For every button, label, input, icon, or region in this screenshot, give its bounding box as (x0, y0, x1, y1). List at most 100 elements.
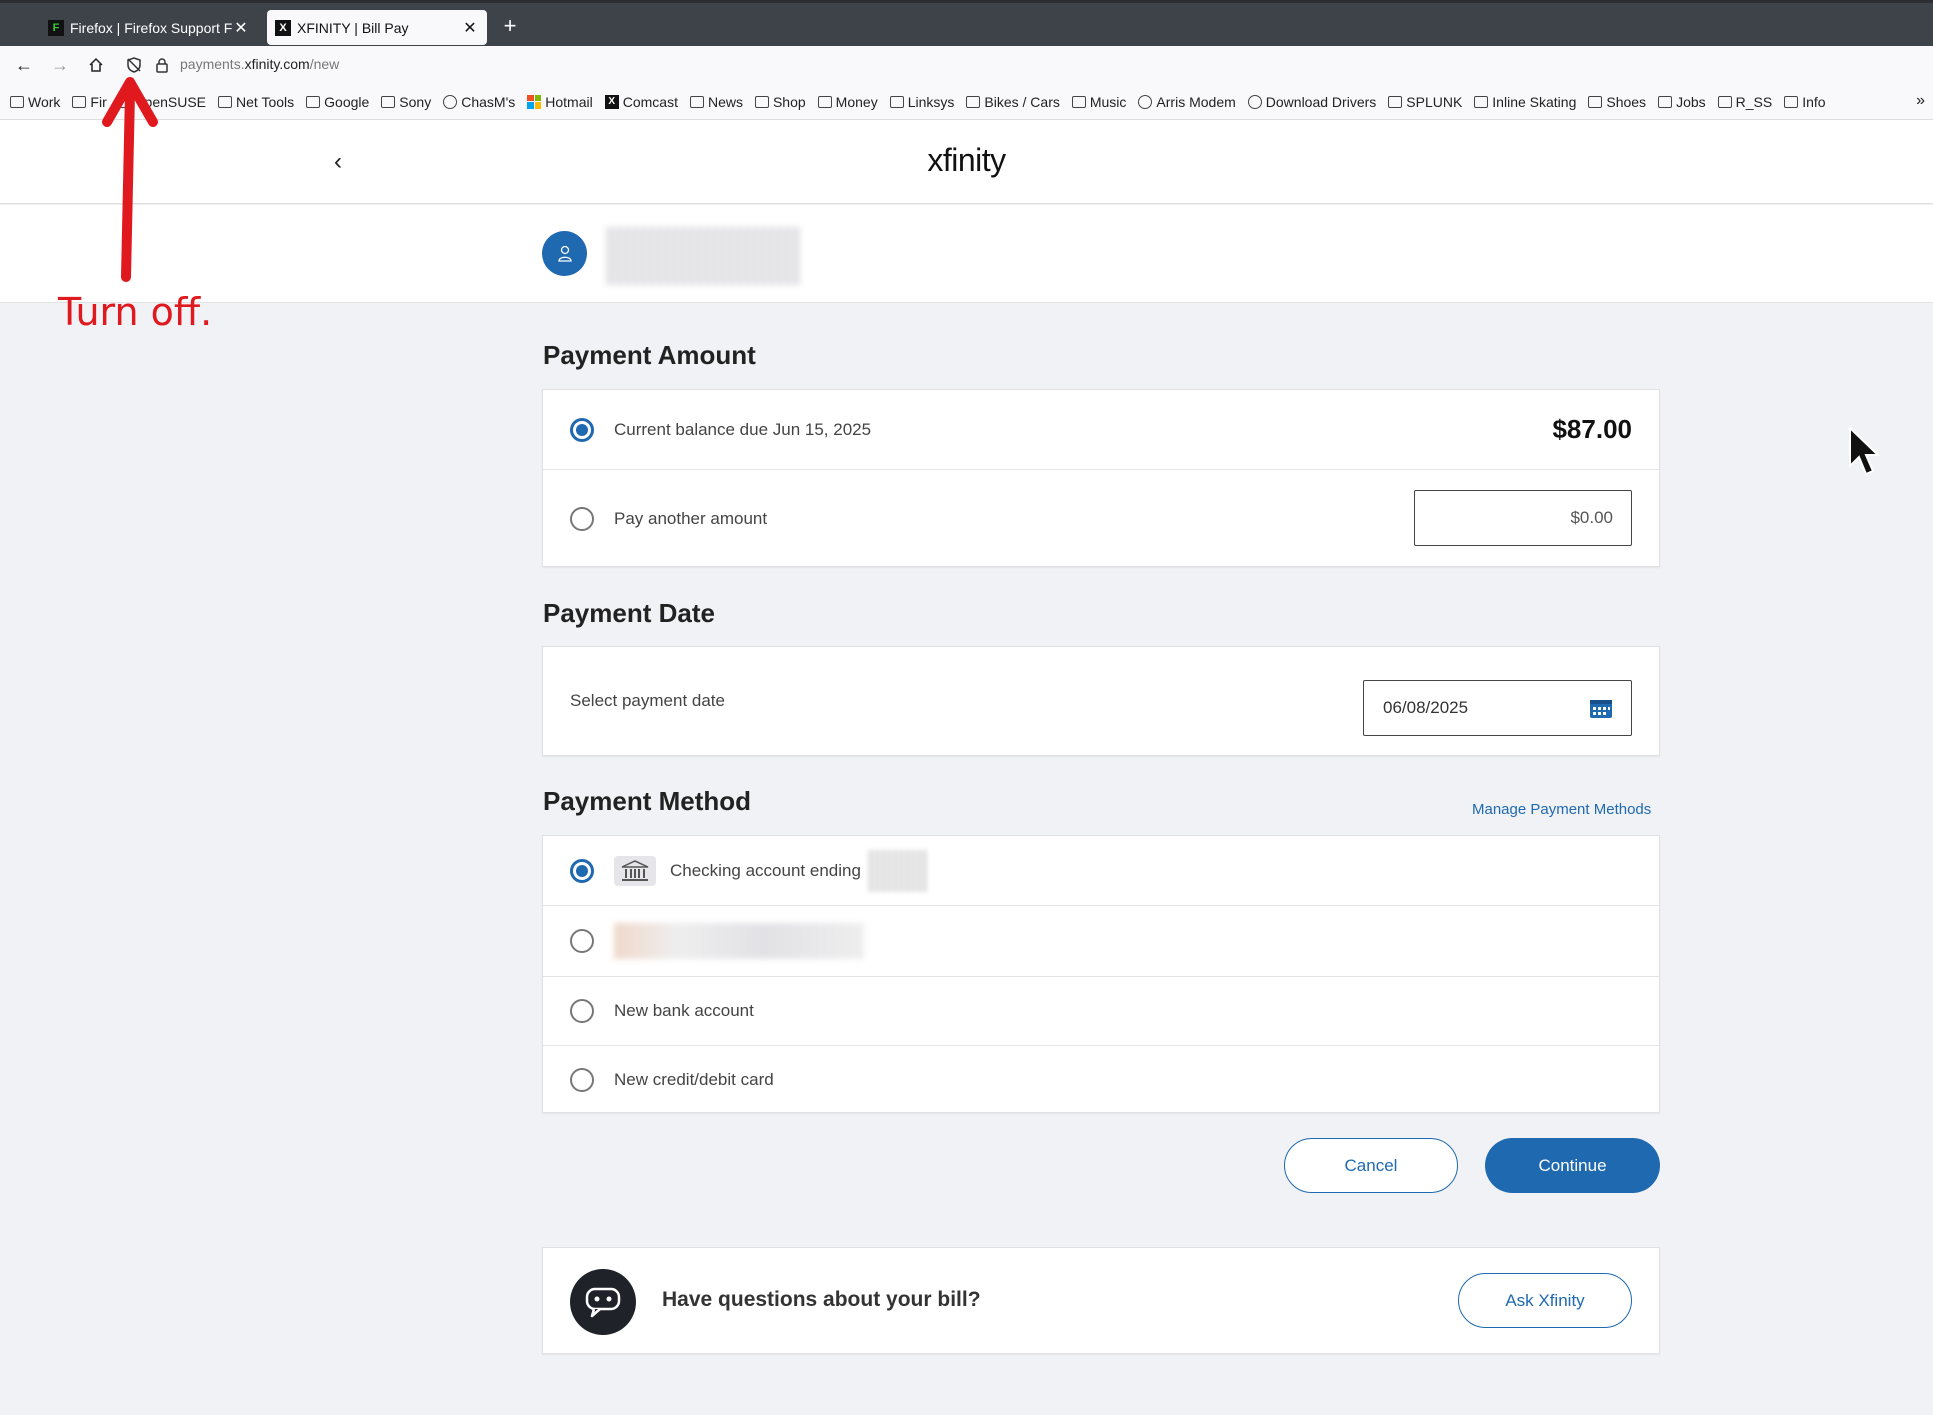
balance-row[interactable]: Current balance due Jun 15, 2025 $87.00 (543, 390, 1659, 470)
manage-payment-methods-link[interactable]: Manage Payment Methods (1472, 801, 1651, 818)
chat-bot-icon (570, 1269, 636, 1335)
bookmark-item[interactable]: Jobs (1658, 94, 1706, 110)
saved-card-radio[interactable] (570, 929, 594, 953)
bookmark-item[interactable]: Net Tools (218, 94, 294, 110)
saved-card-row[interactable] (543, 906, 1659, 977)
checking-radio[interactable] (570, 858, 594, 883)
globe-icon (443, 94, 458, 109)
folder-icon (1071, 95, 1086, 108)
bookmark-item[interactable]: News (689, 94, 743, 110)
folder-icon (1588, 95, 1603, 108)
bookmark-label: Music (1089, 93, 1127, 110)
folder-icon (817, 95, 832, 108)
continue-button[interactable]: Continue (1485, 1138, 1660, 1193)
payment-date-value: 06/08/2025 (1383, 698, 1469, 717)
bookmark-label: Download Drivers (1265, 93, 1377, 110)
bookmark-item[interactable]: Arris Modem (1138, 93, 1236, 110)
bookmarks-overflow-icon[interactable]: » (1916, 92, 1925, 110)
xfinity-logo[interactable]: xfinity (0, 142, 1933, 179)
annotation-text: Turn off. (58, 290, 213, 334)
bookmark-item[interactable]: Bikes / Cars (966, 94, 1060, 110)
bookmark-item[interactable]: Info (1784, 94, 1826, 110)
bookmark-label: Shoes (1606, 93, 1647, 110)
bookmark-item[interactable]: Sony (381, 94, 431, 110)
folder-icon (72, 95, 87, 108)
bookmark-item[interactable]: R_SS (1717, 94, 1772, 110)
bookmark-item[interactable]: Work (10, 94, 60, 110)
bookmark-item[interactable]: Hotmail (527, 93, 593, 110)
close-tab-icon[interactable]: ✕ (232, 18, 250, 38)
bookmark-item[interactable]: Money (817, 94, 878, 110)
folder-icon (1474, 95, 1489, 108)
new-card-radio[interactable] (570, 1067, 594, 1092)
folder-icon (306, 95, 321, 108)
payment-date-heading: Payment Date (543, 598, 715, 628)
tab-title: XFINITY | Bill Pay (297, 19, 409, 36)
new-tab-button[interactable]: + (498, 13, 522, 39)
firefox-support-favicon: F (48, 19, 64, 36)
bookmark-label: SPLUNK (1406, 93, 1463, 110)
new-card-label: New credit/debit card (614, 1069, 774, 1089)
bookmark-item[interactable]: X Comcast (604, 93, 678, 110)
bookmark-item[interactable]: Shop (754, 94, 806, 110)
balance-radio[interactable] (570, 417, 594, 442)
bookmark-item[interactable]: Google (306, 94, 369, 110)
cancel-button[interactable]: Cancel (1284, 1138, 1458, 1193)
bookmark-item[interactable]: ChasM's (443, 94, 515, 110)
navigation-bar: ← → payments.xfinity.com/new (0, 46, 1933, 84)
other-amount-row[interactable]: Pay another amount $0.00 (543, 470, 1659, 567)
bookmark-label: Arris Modem (1156, 93, 1236, 110)
bookmark-label: Comcast (622, 93, 678, 110)
bookmark-item[interactable]: Linksys (889, 94, 954, 110)
tab-xfinity-bill-pay[interactable]: X XFINITY | Bill Pay ✕ (267, 10, 487, 45)
folder-icon (10, 95, 24, 108)
ask-xfinity-button[interactable]: Ask Xfinity (1458, 1273, 1632, 1328)
xfinity-logo-icon: X (604, 94, 619, 109)
folder-icon (1388, 95, 1403, 108)
calendar-icon[interactable] (1589, 697, 1613, 724)
new-bank-row[interactable]: New bank account (543, 977, 1659, 1046)
help-card: Have questions about your bill? Ask Xfin… (542, 1247, 1660, 1354)
tab-strip: F Firefox | Firefox Support F ✕ X XFINIT… (0, 0, 1933, 46)
url-prefix: payments. (180, 56, 245, 72)
payment-method-heading: Payment Method (543, 786, 752, 816)
bookmark-label: Hotmail (545, 93, 593, 110)
other-amount-radio[interactable] (570, 506, 594, 531)
forward-arrow-icon[interactable]: → (48, 53, 72, 77)
checking-row[interactable]: Checking account ending (543, 836, 1659, 906)
tab-title: Firefox | Firefox Support F (70, 19, 232, 36)
bookmark-label: ChasM's (461, 93, 516, 110)
bookmark-item[interactable]: Music (1071, 93, 1127, 110)
payment-method-card: Checking account ending New bank account… (542, 835, 1660, 1113)
payment-date-input[interactable]: 06/08/2025 (1363, 680, 1632, 736)
help-question: Have questions about your bill? (662, 1288, 981, 1311)
bookmark-label: Inline Skating (1492, 93, 1577, 110)
bookmark-label: Sony (399, 93, 432, 110)
folder-icon (381, 95, 396, 108)
tab-firefox-support[interactable]: F Firefox | Firefox Support F ✕ (40, 10, 258, 45)
account-bar (0, 205, 1933, 303)
url-bar[interactable]: payments.xfinity.com/new (180, 56, 339, 72)
close-tab-icon[interactable]: ✕ (461, 18, 479, 38)
bookmark-item[interactable]: Shoes (1588, 94, 1646, 110)
bank-icon (614, 855, 656, 886)
redacted-saved-card (614, 923, 864, 959)
bookmark-item[interactable]: Download Drivers (1247, 93, 1377, 110)
back-arrow-icon[interactable]: ← (12, 53, 36, 77)
new-card-row[interactable]: New credit/debit card (543, 1046, 1659, 1113)
account-avatar-icon[interactable] (542, 231, 587, 276)
other-amount-label: Pay another amount (614, 508, 768, 528)
balance-label: Current balance due Jun 15, 2025 (614, 419, 872, 439)
payment-date-card: Select payment date 06/08/2025 (542, 646, 1660, 756)
mouse-cursor-icon (1849, 426, 1881, 476)
other-amount-input[interactable]: $0.00 (1414, 490, 1632, 546)
xfinity-favicon: X (275, 19, 291, 36)
folder-icon (1658, 95, 1673, 108)
bookmark-item[interactable]: SPLUNK (1388, 94, 1462, 110)
checking-label: Checking account ending (670, 860, 861, 880)
folder-icon (754, 95, 769, 108)
bookmarks-toolbar: Work Fir openSUSE Net Tools Google Sony ChasM'… (0, 84, 1933, 120)
bookmark-item[interactable]: Inline Skating (1474, 94, 1576, 110)
redacted-account-digits (866, 849, 927, 892)
new-bank-radio[interactable] (570, 999, 594, 1023)
